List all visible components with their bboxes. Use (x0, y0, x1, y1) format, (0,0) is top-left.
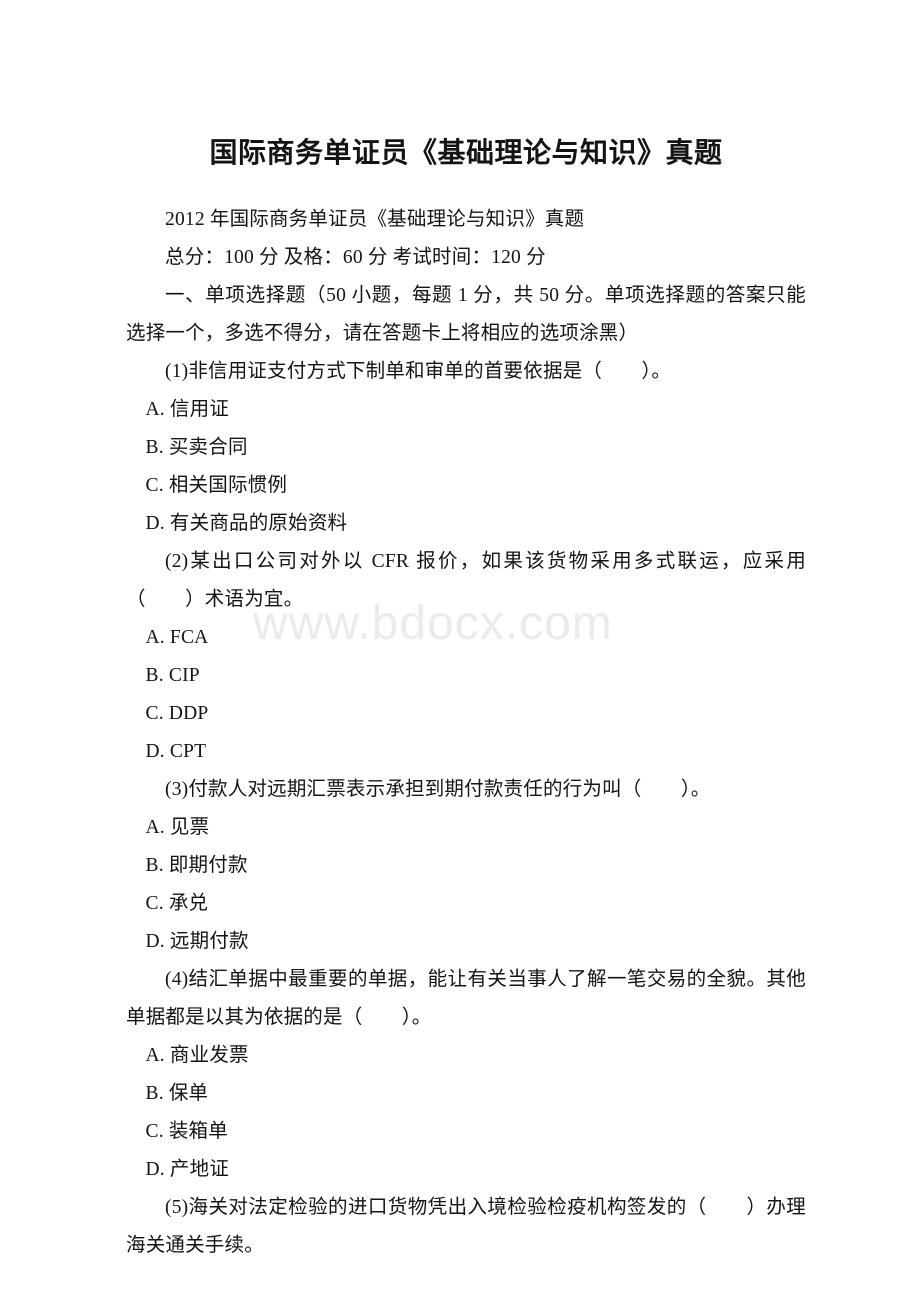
question-option: A. FCA (145, 627, 209, 648)
question-stem: (2)某出口公司对外以 CFR 报价，如果该货物采用多式联运，应采用（ ）术语为… (126, 551, 806, 610)
question-option: A. 见票 (145, 817, 210, 838)
question-stem: (1)非信用证支付方式下制单和审单的首要依据是（ ）。 (165, 361, 672, 382)
scoring-line: 总分：100 分 及格：60 分 考试时间：120 分 (165, 247, 546, 268)
question-option: D. 产地证 (145, 1159, 230, 1180)
document-page: www.bdocx.com 国际商务单证员《基础理论与知识》真题 2012 年国… (0, 0, 920, 1302)
section-instruction: 一、单项选择题（50 小题，每题 1 分，共 50 分。单项选择题的答案只能选择… (126, 285, 806, 344)
question-option: C. DDP (145, 703, 209, 724)
question-option: B. 买卖合同 (145, 437, 248, 458)
question-stem: (3)付款人对远期汇票表示承担到期付款责任的行为叫（ ）。 (165, 779, 711, 800)
page-title: 国际商务单证员《基础理论与知识》真题 (209, 138, 723, 169)
question-stem: (5)海关对法定检验的进口货物凭出入境检验检疫机构签发的（ ）办理海关通关手续。 (126, 1197, 806, 1256)
question-option: D. 有关商品的原始资料 (145, 513, 348, 534)
question-option: B. CIP (145, 665, 200, 686)
question-option: C. 相关国际惯例 (145, 475, 288, 496)
question-option: D. CPT (145, 741, 207, 762)
question-stem: (4)结汇单据中最重要的单据，能让有关当事人了解一笔交易的全貌。其他单据都是以其… (126, 969, 806, 1028)
question-option: C. 承兑 (145, 893, 209, 914)
question-option: D. 远期付款 (145, 931, 249, 952)
question-option: B. 保单 (145, 1083, 209, 1104)
question-option: C. 装箱单 (145, 1121, 228, 1142)
question-option: A. 商业发票 (145, 1045, 249, 1066)
document-content: 国际商务单证员《基础理论与知识》真题 2012 年国际商务单证员《基础理论与知识… (126, 0, 806, 1265)
question-option: A. 信用证 (145, 399, 230, 420)
document-subtitle: 2012 年国际商务单证员《基础理论与知识》真题 (165, 209, 585, 230)
question-option: B. 即期付款 (145, 855, 248, 876)
